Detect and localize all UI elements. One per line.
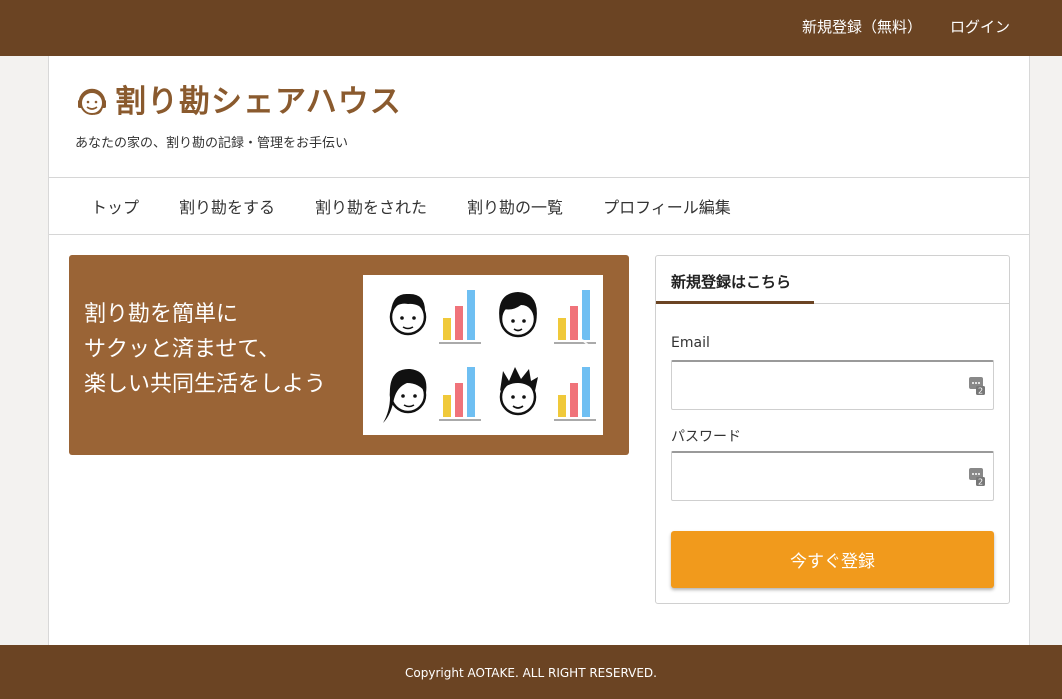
people-bar-chart-illustration	[383, 290, 596, 423]
site-header: 割り勘シェアハウス あなたの家の、割り勘の記録・管理をお手伝い	[49, 56, 1029, 178]
hero-banner: 割り勘を簡単に サクッと済ませて、 楽しい共同生活をしよう ‹ ›	[69, 255, 629, 455]
site-logo[interactable]: 割り勘シェアハウス	[75, 82, 402, 122]
nav-item-top[interactable]: トップ	[91, 194, 139, 218]
main-nav: トップ 割り勘をする 割り勘をされた 割り勘の一覧 プロフィール編集	[49, 178, 1029, 235]
hero-carousel-image	[363, 275, 603, 435]
face-icon	[389, 293, 427, 336]
email-label: Email	[671, 335, 710, 351]
copyright-text: Copyright AOTAKE. ALL RIGHT RESERVED.	[405, 666, 657, 680]
nav-item-split-received[interactable]: 割り勘をされた	[315, 194, 427, 218]
nav-item-profile-edit[interactable]: プロフィール編集	[603, 194, 731, 218]
face-icon	[499, 292, 537, 338]
main-container: 割り勘シェアハウス あなたの家の、割り勘の記録・管理をお手伝い トップ 割り勘を…	[48, 56, 1030, 645]
site-footer: Copyright AOTAKE. ALL RIGHT RESERVED.	[0, 645, 1062, 699]
top-links: 新規登録（無料） ログイン	[802, 16, 1010, 38]
register-panel-title: 新規登録はこちら	[656, 256, 814, 304]
login-link[interactable]: ログイン	[950, 16, 1010, 38]
password-manager-icon: 2	[969, 377, 985, 395]
bar-chart-icon	[554, 367, 596, 421]
site-title: 割り勘シェアハウス	[115, 84, 402, 120]
hero-line-2: サクッと済ませて、	[84, 337, 281, 362]
register-panel-header: 新規登録はこちら	[656, 256, 1009, 304]
carousel-prev-arrow-icon[interactable]: ‹	[371, 329, 387, 359]
bar-chart-icon	[439, 290, 481, 344]
nav-item-split[interactable]: 割り勘をする	[179, 194, 275, 218]
email-field[interactable]	[672, 362, 993, 409]
signup-link[interactable]: 新規登録（無料）	[802, 16, 922, 38]
carousel-next-arrow-icon[interactable]: ›	[577, 329, 593, 359]
register-now-button[interactable]: 今すぐ登録	[671, 531, 994, 588]
email-field-wrapper: 2	[671, 360, 994, 410]
svg-text:2: 2	[978, 478, 983, 487]
nav-item-split-list[interactable]: 割り勘の一覧	[467, 194, 563, 218]
password-label: パスワード	[671, 429, 741, 445]
bar-chart-icon	[439, 367, 481, 421]
hero-text: 割り勘を簡単に サクッと済ませて、 楽しい共同生活をしよう	[84, 297, 326, 402]
site-tagline: あなたの家の、割り勘の記録・管理をお手伝い	[75, 136, 349, 151]
password-field[interactable]	[672, 453, 993, 500]
face-icon	[499, 367, 538, 416]
face-icon	[383, 368, 427, 423]
password-manager-icon: 2	[969, 468, 985, 486]
password-field-wrapper: 2	[671, 451, 994, 501]
hero-line-3: 楽しい共同生活をしよう	[84, 372, 327, 397]
top-bar: 新規登録（無料） ログイン	[0, 0, 1062, 56]
hero-line-1: 割り勘を簡単に	[84, 302, 239, 327]
headset-face-icon	[78, 88, 106, 115]
register-panel: 新規登録はこちら Email 2 パスワード 2 今すぐ登録	[655, 255, 1010, 604]
svg-text:2: 2	[978, 387, 983, 396]
